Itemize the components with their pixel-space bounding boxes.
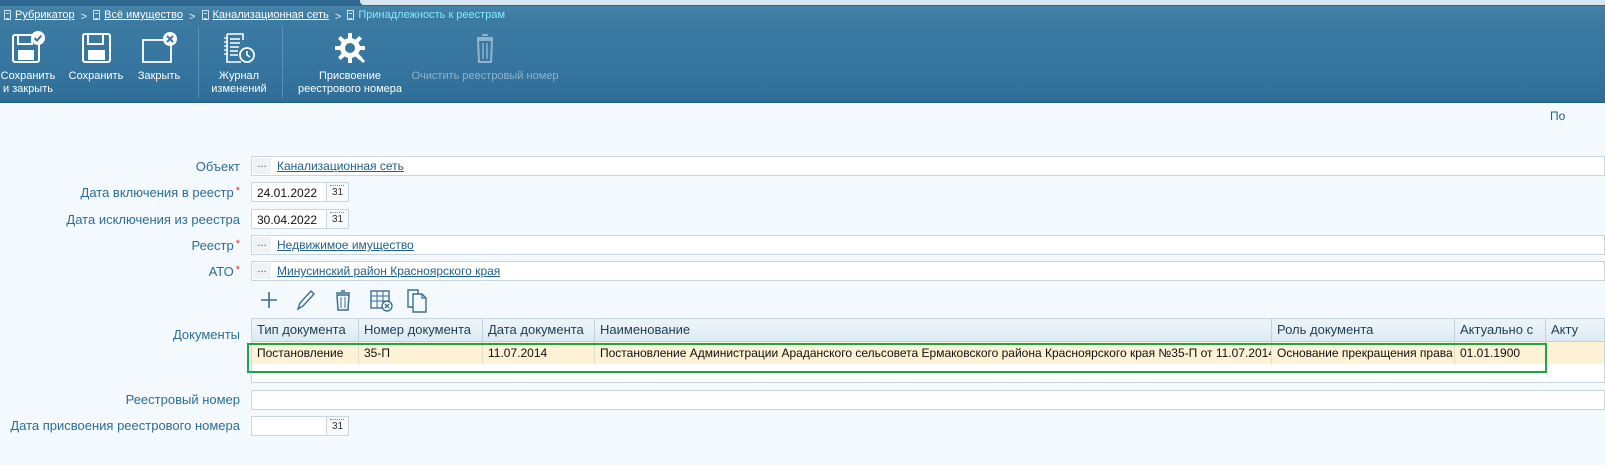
save-button[interactable]: Сохранить: [66, 26, 126, 101]
ato-link[interactable]: Минусинский район Красноярского края: [277, 264, 500, 278]
lookup-dots-button[interactable]: ...: [253, 158, 271, 174]
registry-number-date-label: Дата присвоения реестрового номера: [10, 418, 240, 433]
object-lookup[interactable]: ... Канализационная сеть: [251, 156, 1605, 176]
floppy-disk-icon: [82, 33, 111, 63]
breadcrumb: Рубрикатор > Всё имущество > Канализацио…: [4, 9, 505, 25]
documents-label: Документы: [172, 327, 240, 342]
breadcrumb-item-sewer[interactable]: Канализационная сеть: [213, 9, 329, 21]
column-header[interactable]: Дата документа: [483, 319, 595, 341]
trash-icon: [476, 34, 494, 63]
required-marker: *: [235, 238, 240, 250]
add-icon[interactable]: [256, 287, 282, 313]
registry-number-date-field[interactable]: 31: [251, 416, 349, 436]
breadcrumb-current: Принадлежность к реестрам: [358, 9, 506, 21]
lookup-dots-button[interactable]: ...: [253, 237, 271, 253]
table-row[interactable]: Постановление 35-П 11.07.2014 Постановле…: [252, 342, 1604, 364]
registry-number-input[interactable]: [251, 390, 1605, 410]
documents-grid: Тип документа Номер документа Дата докум…: [251, 318, 1605, 383]
column-header[interactable]: Акту: [1546, 319, 1604, 341]
required-marker: *: [235, 185, 240, 197]
toolbar-separator: [198, 26, 199, 98]
date-in-field[interactable]: 24.01.2022 31: [251, 182, 349, 202]
cell: 11.07.2014: [483, 342, 595, 364]
document-icon: [347, 10, 355, 20]
folder-icon: [4, 10, 11, 20]
column-header[interactable]: Роль документа: [1272, 319, 1455, 341]
column-header[interactable]: Тип документа: [252, 319, 359, 341]
window-tab-strip: [0, 0, 1605, 6]
close-button[interactable]: Закрыть: [134, 26, 184, 101]
cell: Постановление: [252, 342, 359, 364]
gear-icon: [335, 33, 366, 64]
calendar-icon[interactable]: 31: [326, 417, 348, 435]
assign-registry-number-button[interactable]: Присвоение реестрового номера: [294, 26, 406, 101]
toolbar-separator: [282, 26, 283, 98]
column-header[interactable]: Актуально с: [1455, 319, 1546, 341]
breadcrumb-item-rubricator[interactable]: Рубрикатор: [15, 9, 75, 21]
registry-label: Реестр *: [191, 238, 240, 253]
cell: Постановление Администрации Араданского …: [595, 342, 1272, 364]
table-remove-icon[interactable]: [368, 287, 394, 313]
date-in-label: Дата включения в реестр *: [80, 185, 240, 200]
save-and-close-button[interactable]: Сохранить и закрыть: [0, 26, 56, 101]
calendar-icon[interactable]: 31: [326, 210, 348, 228]
registry-number-label: Реестровый номер: [125, 392, 240, 407]
grid-header: Тип документа Номер документа Дата докум…: [252, 319, 1604, 342]
edit-pencil-icon[interactable]: [292, 287, 318, 313]
lookup-dots-button[interactable]: ...: [253, 263, 271, 279]
ato-label: АТО *: [208, 264, 240, 279]
column-header[interactable]: Номер документа: [359, 319, 483, 341]
date-out-label: Дата исключения из реестра: [66, 212, 240, 227]
breadcrumb-item-all-property[interactable]: Всё имущество: [104, 9, 183, 21]
folder-icon: [93, 10, 101, 20]
app-header: Рубрикатор > Всё имущество > Канализацио…: [0, 0, 1605, 103]
delete-icon[interactable]: [330, 287, 356, 313]
date-out-field[interactable]: 30.04.2022 31: [251, 209, 349, 229]
document-icon: [201, 10, 209, 20]
column-header[interactable]: Наименование: [595, 319, 1272, 341]
cell: [1546, 342, 1604, 364]
required-marker: *: [235, 264, 240, 276]
cell: 35-П: [359, 342, 483, 364]
cell: 01.01.1900: [1455, 342, 1546, 364]
change-log-button[interactable]: Журнал изменений: [202, 26, 276, 101]
cut-off-link[interactable]: По: [1550, 109, 1565, 123]
save-close-icon: [12, 31, 45, 63]
close-window-icon: [142, 32, 177, 63]
calendar-icon[interactable]: 31: [326, 183, 348, 201]
cell: Основание прекращения права: [1272, 342, 1455, 364]
copy-icon[interactable]: [404, 287, 430, 313]
change-log-icon: [224, 33, 255, 63]
clear-registry-number-button[interactable]: Очистить реестровый номер: [410, 26, 560, 101]
registry-lookup[interactable]: ... Недвижимое имущество: [251, 235, 1605, 255]
object-label: Объект: [195, 159, 240, 174]
ato-lookup[interactable]: ... Минусинский район Красноярского края: [251, 261, 1605, 281]
object-link[interactable]: Канализационная сеть: [277, 159, 404, 173]
registry-link[interactable]: Недвижимое имущество: [277, 238, 414, 252]
